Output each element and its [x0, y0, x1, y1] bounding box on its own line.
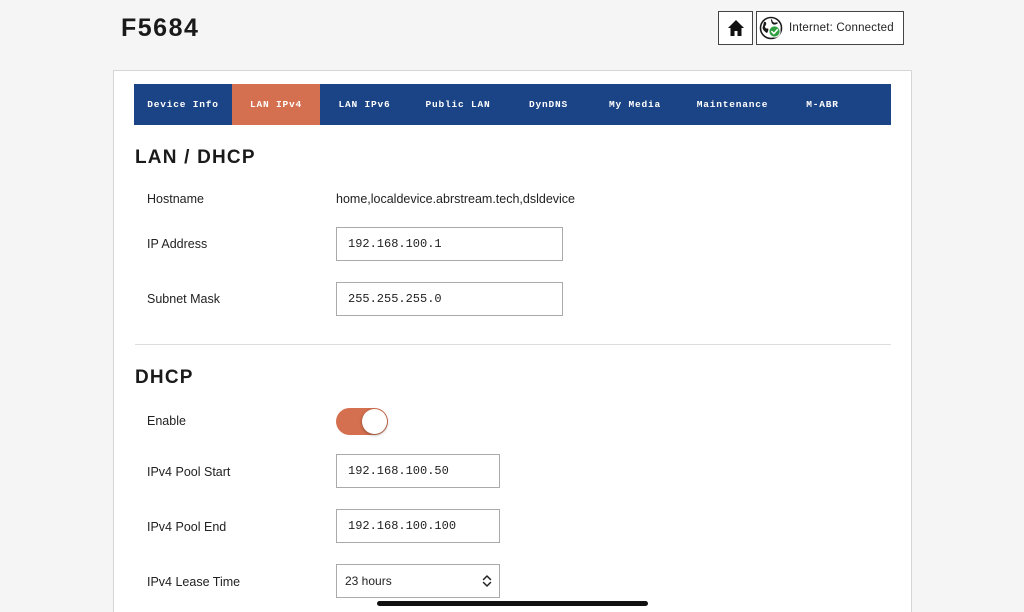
ip-address-label: IP Address: [147, 237, 208, 251]
pool-start-input[interactable]: 192.168.100.50: [336, 454, 500, 488]
section-divider: [135, 344, 891, 345]
settings-card: Device Info LAN IPv4 LAN IPv6 Public LAN…: [113, 70, 912, 612]
home-button[interactable]: [718, 11, 753, 45]
tab-m-abr[interactable]: M-ABR: [785, 84, 860, 125]
toggle-knob: [362, 409, 387, 434]
dhcp-enable-label: Enable: [147, 414, 186, 428]
internet-status-button[interactable]: Internet: Connected: [756, 11, 904, 45]
hostname-value: home,localdevice.abrstream.tech,dsldevic…: [336, 192, 576, 206]
pool-end-label: IPv4 Pool End: [147, 520, 227, 534]
subnet-mask-label: Subnet Mask: [147, 292, 220, 306]
tab-lan-ipv6[interactable]: LAN IPv6: [320, 84, 409, 125]
tab-my-media[interactable]: My Media: [590, 84, 680, 125]
home-icon: [727, 20, 744, 36]
tab-device-info[interactable]: Device Info: [134, 84, 232, 125]
globe-check-icon: [759, 16, 783, 40]
tab-maintenance[interactable]: Maintenance: [680, 84, 785, 125]
device-title: F5684: [121, 14, 200, 42]
pool-end-input[interactable]: 192.168.100.100: [336, 509, 500, 543]
main-nav: Device Info LAN IPv4 LAN IPv6 Public LAN…: [134, 84, 891, 125]
select-arrows-icon: [482, 575, 492, 587]
lease-time-label: IPv4 Lease Time: [147, 575, 241, 589]
pool-start-label: IPv4 Pool Start: [147, 465, 231, 479]
lease-time-select[interactable]: 23 hours: [336, 564, 500, 598]
tab-dyndns[interactable]: DynDNS: [507, 84, 590, 125]
internet-status-label: Internet: Connected: [789, 22, 894, 34]
dhcp-section-title: DHCP: [135, 367, 194, 388]
dhcp-enable-toggle[interactable]: [336, 408, 388, 435]
ip-address-input[interactable]: 192.168.100.1: [336, 227, 563, 261]
tab-lan-ipv4[interactable]: LAN IPv4: [232, 84, 320, 125]
hostname-label: Hostname: [147, 192, 204, 206]
subnet-mask-input[interactable]: 255.255.255.0: [336, 282, 563, 316]
lan-dhcp-section-title: LAN / DHCP: [135, 147, 256, 168]
lease-time-value: 23 hours: [345, 574, 392, 588]
tab-public-lan[interactable]: Public LAN: [409, 84, 507, 125]
home-indicator: [377, 601, 648, 606]
